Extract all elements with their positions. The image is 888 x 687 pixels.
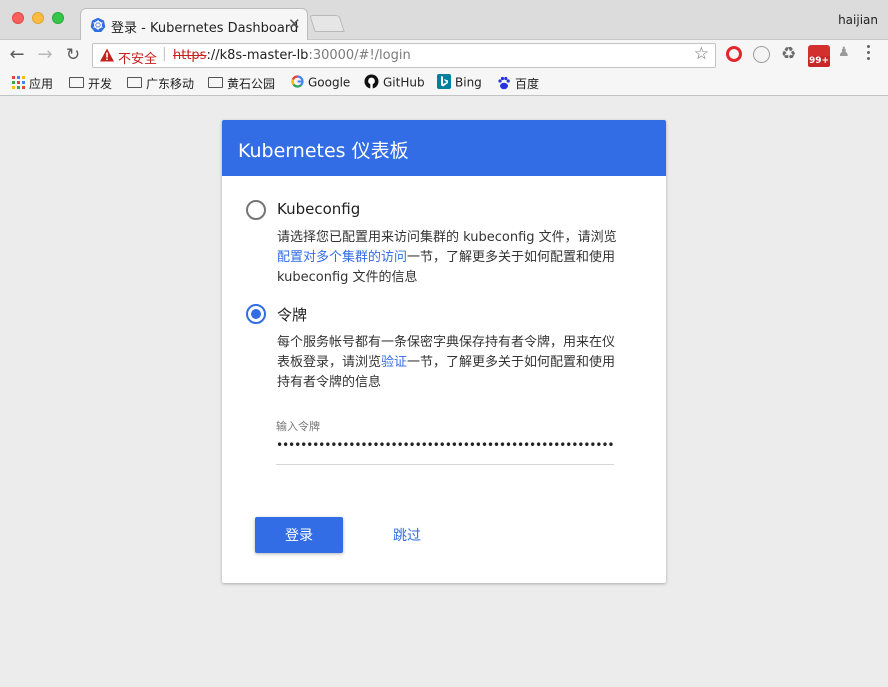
token-input[interactable]: ••••••••••••••••••••••••••••••••••••••••… [276, 438, 614, 465]
url-text[interactable]: https://k8s-master-lb:30000/#!/login [173, 48, 411, 63]
url-scheme: https [173, 48, 207, 63]
url-separator: | [162, 46, 167, 62]
browser-titlebar: 登录 - Kubernetes Dashboard ✕ haijian [0, 0, 888, 40]
bookmark-folder-guangdong[interactable]: 广东移动 [127, 75, 194, 92]
bookmark-bing[interactable]: Bing [437, 74, 482, 92]
bookmark-folder-dev[interactable]: 开发 [69, 75, 112, 92]
github-icon [364, 74, 379, 89]
window-close-button[interactable] [12, 12, 24, 24]
notification-badge: 99+ [808, 56, 830, 67]
kubeconfig-label[interactable]: Kubeconfig [277, 200, 360, 218]
browser-menu-icon[interactable] [866, 45, 872, 63]
bookmark-label: GitHub [383, 75, 425, 90]
kubeconfig-radio[interactable] [246, 200, 266, 220]
window-minimize-button[interactable] [32, 12, 44, 24]
bookmark-label: 黄石公园 [227, 77, 276, 91]
folder-icon [69, 77, 84, 88]
kubeconfig-description: 请选择您已配置用来访问集群的 kubeconfig 文件，请浏览配置对多个集群的… [277, 228, 617, 288]
skip-button[interactable]: 跳过 [372, 517, 442, 553]
extension-circle-icon[interactable] [753, 46, 770, 63]
bing-icon [437, 74, 451, 89]
window-maximize-button[interactable] [52, 12, 64, 24]
url-host: ://k8s-master-lb [206, 48, 309, 63]
forward-arrow-icon[interactable]: → [34, 44, 56, 66]
tab-close-icon[interactable]: ✕ [288, 15, 301, 33]
tab-title: 登录 - Kubernetes Dashboard [111, 21, 299, 36]
bookmark-label: Bing [455, 75, 482, 90]
bookmark-label: 百度 [515, 77, 540, 91]
bookmark-label: 开发 [88, 77, 113, 91]
card-header: Kubernetes 仪表板 [222, 120, 666, 176]
bookmark-apps[interactable]: 应用 [12, 75, 53, 92]
folder-icon [208, 77, 223, 88]
profile-name[interactable]: haijian [838, 13, 878, 27]
google-icon [291, 75, 304, 88]
bookmark-baidu[interactable]: 百度 [497, 75, 539, 92]
token-input-label: 输入令牌 [276, 420, 320, 433]
login-button[interactable]: 登录 [255, 517, 343, 553]
address-bar[interactable]: 不安全 | https://k8s-master-lb:30000/#!/log… [92, 43, 716, 68]
baidu-icon [498, 76, 510, 89]
reload-icon[interactable]: ↻ [62, 44, 84, 66]
security-status[interactable]: 不安全 [118, 48, 157, 67]
bookmark-label: 应用 [29, 77, 54, 91]
bookmark-google[interactable]: Google [291, 75, 350, 92]
opera-extension-icon[interactable] [726, 46, 742, 62]
person-extension-icon[interactable]: ♟ [838, 45, 850, 60]
folder-icon [127, 77, 142, 88]
apps-grid-icon [12, 76, 25, 89]
token-radio[interactable] [246, 304, 266, 324]
bookmarks-bar: 应用 开发 广东移动 黄石公园 Google GitHub Bing 百度 [0, 71, 888, 96]
token-description: 每个服务帐号都有一条保密字典保存持有者令牌，用来在仪表板登录，请浏览验证一节，了… [277, 333, 617, 393]
bookmark-label: Google [308, 75, 351, 90]
back-arrow-icon[interactable]: ← [6, 44, 28, 66]
token-label[interactable]: 令牌 [277, 304, 307, 325]
bookmark-star-icon[interactable]: ☆ [694, 44, 709, 64]
login-card: Kubernetes 仪表板 Kubeconfig 请选择您已配置用来访问集群的… [222, 120, 666, 583]
recycle-extension-icon[interactable]: ♻ [781, 44, 796, 64]
browser-tab[interactable]: 登录 - Kubernetes Dashboard ✕ [80, 8, 308, 40]
kubeconfig-desc-text: 请选择您已配置用来访问集群的 kubeconfig 文件，请浏览 [277, 230, 617, 245]
bookmark-folder-yellowstone[interactable]: 黄石公园 [208, 75, 275, 92]
warning-icon [100, 48, 114, 62]
multi-cluster-access-link[interactable]: 配置对多个集群的访问 [277, 250, 407, 265]
url-path: :30000/#!/login [308, 48, 411, 63]
kubernetes-logo-icon [90, 17, 106, 32]
bookmark-github[interactable]: GitHub [364, 74, 425, 92]
bookmark-label: 广东移动 [146, 77, 195, 91]
authentication-link[interactable]: 验证 [381, 355, 407, 370]
new-tab-button[interactable] [309, 15, 345, 32]
page-title: Kubernetes 仪表板 [238, 140, 409, 162]
